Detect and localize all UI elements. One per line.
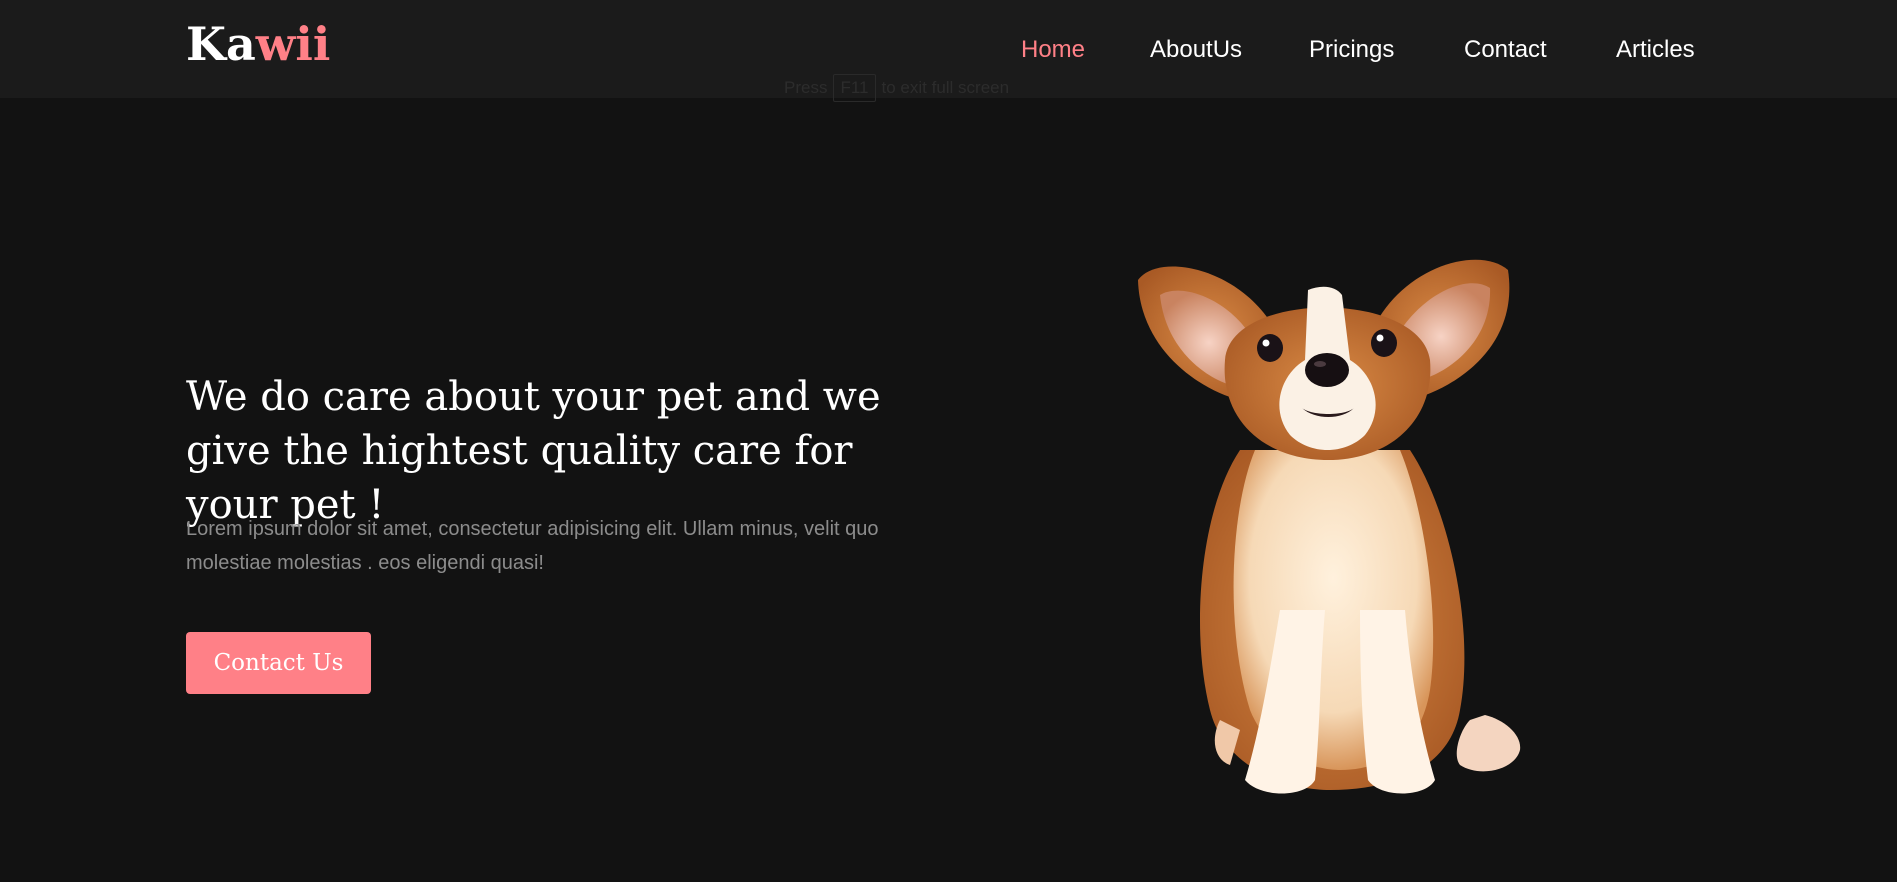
hero-description: Lorem ipsum dolor sit amet, consectetur … — [186, 518, 879, 574]
nav-link-articles[interactable]: Articles — [1616, 30, 1695, 70]
contact-us-button[interactable]: Contact Us — [186, 632, 371, 694]
nav-link-pricings[interactable]: Pricings — [1309, 30, 1394, 70]
fullscreen-hint-suffix: to exit full screen — [881, 78, 1010, 97]
brand-logo[interactable]: Kawii — [186, 14, 330, 74]
logo-text-primary: Ka — [186, 17, 256, 71]
nav-link-home[interactable]: Home — [1021, 30, 1085, 70]
fullscreen-hint-prefix: Press — [784, 78, 828, 97]
logo-text-accent: wii — [255, 17, 331, 71]
fullscreen-hint-key: F11 — [833, 74, 876, 102]
corgi-puppy-image — [1130, 250, 1530, 810]
nav-link-contact[interactable]: Contact — [1464, 30, 1547, 70]
fullscreen-hint: Press F11 to exit full screen — [784, 74, 1010, 102]
hero-headline: We do care about your pet and we give th… — [186, 374, 881, 528]
nav-link-aboutus[interactable]: AboutUs — [1150, 30, 1242, 70]
